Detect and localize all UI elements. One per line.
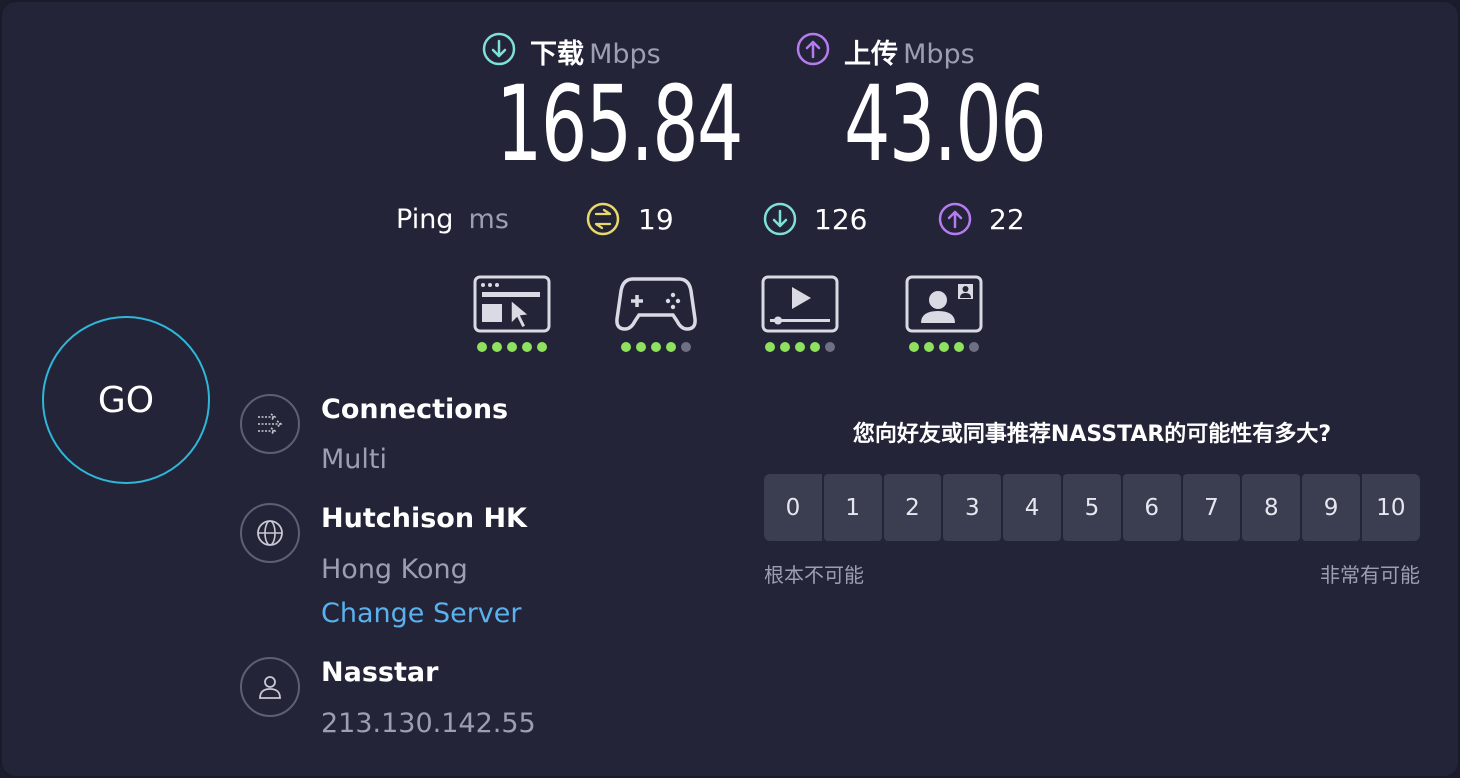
video-streaming-rating [765, 342, 835, 352]
go-button-label: GO [97, 379, 155, 421]
connections-icon-wrap [240, 394, 300, 454]
nps-option-9[interactable]: 9 [1302, 474, 1360, 541]
rating-dot [939, 342, 949, 352]
ping-idle-value: 19 [638, 203, 674, 236]
rating-dot [636, 342, 646, 352]
nps-option-0[interactable]: 0 [764, 474, 822, 541]
go-button[interactable]: GO [42, 316, 210, 484]
rating-dot [522, 342, 532, 352]
rating-dot [780, 342, 790, 352]
nps-question: 您向好友或同事推荐NASSTAR的可能性有多大? [852, 422, 1332, 447]
rating-dot [795, 342, 805, 352]
arrow-down-circle-icon [482, 32, 516, 66]
rating-dot [477, 342, 487, 352]
ping-download-value: 126 [814, 203, 868, 236]
nps-option-7[interactable]: 7 [1182, 474, 1241, 541]
connections-value: Multi [321, 444, 387, 475]
nps-option-2[interactable]: 2 [883, 474, 942, 541]
nps-option-1[interactable]: 1 [823, 474, 882, 541]
rating-dot [492, 342, 502, 352]
user-icon-wrap [240, 657, 300, 717]
video-call-rating [909, 342, 979, 352]
rating-dot [825, 342, 835, 352]
ping-download-icon [763, 202, 797, 236]
rating-dot [651, 342, 661, 352]
rating-dot [909, 342, 919, 352]
rating-dot [666, 342, 676, 352]
rating-dot [537, 342, 547, 352]
rating-dot [621, 342, 631, 352]
rating-dot [810, 342, 820, 352]
web-browsing-icon [473, 275, 551, 333]
nps-option-3[interactable]: 3 [943, 474, 1002, 541]
nps-option-6[interactable]: 6 [1122, 474, 1181, 541]
server-location: Hong Kong [321, 554, 468, 585]
ping-heading: Ping ms [396, 204, 509, 235]
ping-unit: ms [468, 204, 509, 235]
video-call-icon [905, 275, 983, 333]
gaming-controller-icon [615, 277, 697, 331]
connections-icon [258, 413, 283, 435]
rating-dot [681, 342, 691, 352]
web-browsing-rating [477, 342, 547, 352]
rating-dot [969, 342, 979, 352]
rating-dot [954, 342, 964, 352]
arrow-up-circle-icon [796, 32, 830, 66]
nps-option-4[interactable]: 4 [1003, 474, 1061, 541]
gaming-rating [621, 342, 691, 352]
globe-icon-wrap [240, 503, 300, 563]
server-name: Hutchison HK [321, 503, 527, 534]
nps-option-8[interactable]: 8 [1242, 474, 1301, 541]
rating-dot [765, 342, 775, 352]
ping-upload-value: 22 [989, 203, 1025, 236]
ping-upload-icon [938, 202, 972, 236]
nps-scale: 0 1 2 3 4 5 6 7 8 9 10 [764, 474, 1420, 541]
provider-ip: 213.130.142.55 [321, 708, 536, 739]
rating-dot [507, 342, 517, 352]
download-speed-value: 165.84 [496, 63, 743, 185]
nps-low-label: 根本不可能 [764, 563, 864, 587]
jitter-icon [586, 202, 620, 236]
nps-option-5[interactable]: 5 [1062, 474, 1121, 541]
ping-label: Ping [396, 204, 454, 235]
video-streaming-icon [761, 275, 839, 333]
nps-high-label: 非常有可能 [1320, 563, 1420, 587]
globe-icon [257, 520, 283, 546]
upload-speed-value: 43.06 [844, 63, 1047, 185]
rating-dot [924, 342, 934, 352]
connections-title: Connections [321, 394, 509, 425]
change-server-link[interactable]: Change Server [321, 598, 522, 629]
user-icon [259, 676, 281, 699]
provider-name: Nasstar [321, 657, 439, 688]
nps-option-10[interactable]: 10 [1361, 474, 1420, 541]
